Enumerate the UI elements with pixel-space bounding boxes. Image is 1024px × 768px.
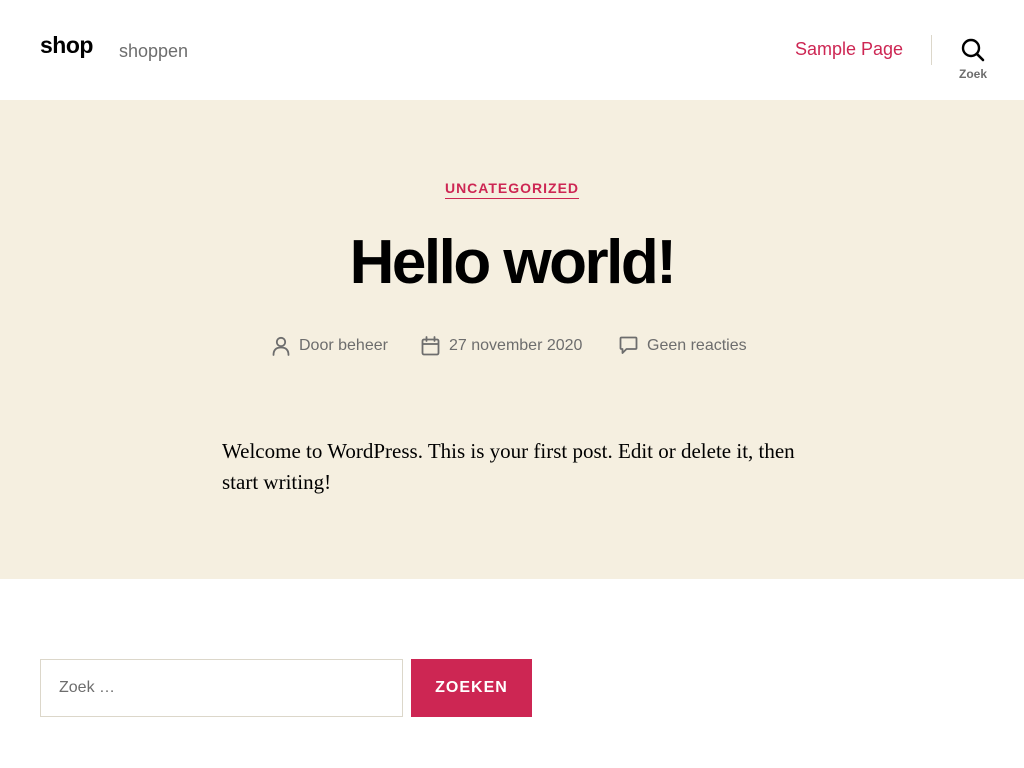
post-meta: Door beheer 27 november 2020 Geen reacti… <box>0 336 1024 358</box>
post-title: Hello world! <box>349 228 677 297</box>
header-divider <box>931 35 932 65</box>
comment-icon <box>619 336 638 354</box>
post-content: Welcome to WordPress. This is your first… <box>222 439 795 495</box>
post-date-link[interactable]: 27 november 2020 <box>449 338 582 354</box>
person-icon <box>272 336 290 356</box>
search-toggle-label: Zoek <box>958 67 987 81</box>
category-link-uncategorized[interactable]: UNCATEGORIZED <box>444 180 580 199</box>
search-toggle-button[interactable]: Zoek <box>945 36 1001 88</box>
post-author-link[interactable]: Door beheer <box>299 338 388 354</box>
post-date: 27 november 2020 <box>421 336 582 356</box>
search-input[interactable] <box>40 659 403 717</box>
search-submit-button[interactable]: ZOEKEN <box>411 659 532 717</box>
post-comments-link[interactable]: Geen reacties <box>647 337 747 354</box>
post-comments: Geen reacties <box>619 336 747 355</box>
post-hero: UNCATEGORIZED Hello world! Door beheer 2… <box>0 100 1024 579</box>
nav-link-sample-page[interactable]: Sample Page <box>795 40 903 58</box>
search-icon <box>961 38 985 62</box>
site-header: shop shoppen Sample Page Zoek <box>0 0 1024 100</box>
site-description: shoppen <box>119 41 189 61</box>
search-form: ZOEKEN <box>40 659 532 717</box>
calendar-icon <box>421 336 440 356</box>
post-categories: UNCATEGORIZED <box>0 180 1024 199</box>
site-title-link[interactable]: shop <box>40 34 93 57</box>
post-author: Door beheer <box>272 336 388 356</box>
